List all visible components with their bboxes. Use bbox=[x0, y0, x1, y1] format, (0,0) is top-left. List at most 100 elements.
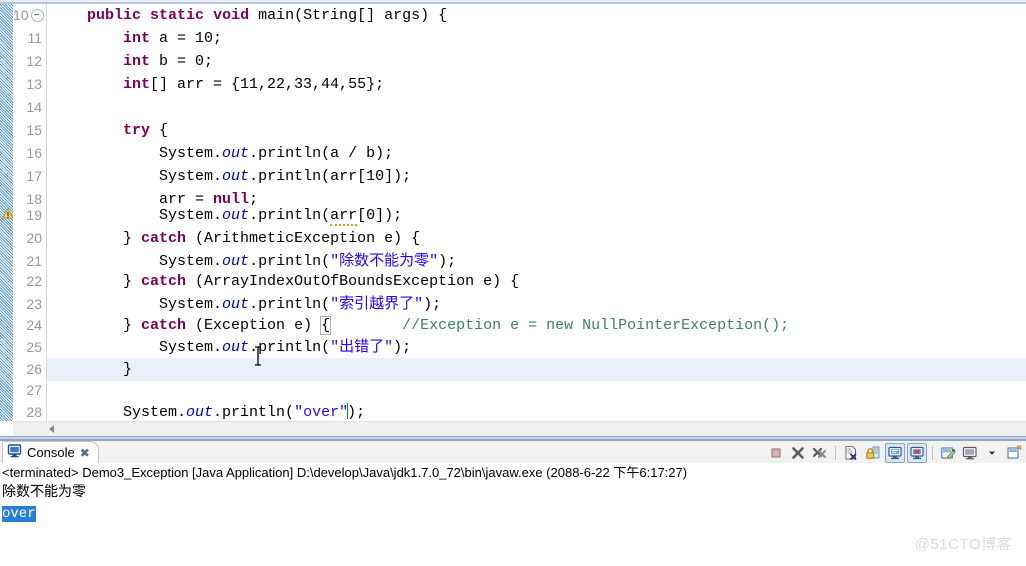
code-text-area[interactable]: public static void main(String[] args) {… bbox=[47, 4, 1026, 421]
watermark: @51CTO博客 bbox=[914, 536, 1012, 553]
clear-console-button[interactable] bbox=[841, 443, 861, 463]
chevron-down-icon bbox=[989, 451, 995, 455]
console-toolbar bbox=[766, 442, 1024, 463]
token-plain: } bbox=[123, 273, 142, 290]
code-line-25[interactable]: System.out.println("出错了"); bbox=[47, 336, 1026, 359]
code-line-23[interactable]: System.out.println("索引越界了"); bbox=[47, 293, 1026, 316]
tab-console[interactable]: Console ✖ bbox=[2, 441, 99, 463]
token-plain: main(String[] args) { bbox=[249, 7, 448, 24]
scroll-left-arrow-icon[interactable] bbox=[49, 425, 54, 433]
toolbar-separator bbox=[835, 445, 836, 460]
token-plain: b = 0; bbox=[150, 53, 214, 70]
token-keyword: static bbox=[150, 7, 205, 24]
pin-console-button[interactable] bbox=[885, 442, 905, 463]
open-console-button[interactable] bbox=[938, 443, 958, 463]
token-plain: a = 10; bbox=[150, 30, 223, 47]
code-line-11[interactable]: int a = 10; bbox=[47, 27, 1026, 50]
token-plain: System. bbox=[159, 207, 223, 224]
token-plain: System. bbox=[123, 404, 187, 421]
token-plain: ); bbox=[347, 404, 366, 421]
console-monitor-icon bbox=[962, 446, 977, 459]
code-line-17[interactable]: System.out.println(arr[10]); bbox=[47, 165, 1026, 188]
code-line-14[interactable] bbox=[47, 96, 1026, 119]
code-line-13[interactable]: int[] arr = {11,22,33,44,55}; bbox=[47, 73, 1026, 96]
terminate-button[interactable] bbox=[766, 443, 786, 463]
fold-collapse-icon[interactable] bbox=[30, 8, 44, 22]
console-tab-bar: Console ✖ bbox=[0, 441, 1026, 464]
console-monitor-icon bbox=[7, 443, 22, 463]
token-comment: //Exception e = new NullPointerException… bbox=[402, 317, 790, 334]
token-plain: [] arr = {11,22,33,44,55}; bbox=[150, 76, 385, 93]
code-line-28[interactable]: System.out.println("over"); bbox=[47, 401, 1026, 421]
display-selected-console-icon bbox=[910, 446, 924, 459]
line-number: 16 bbox=[26, 145, 42, 161]
line-number: 23 bbox=[26, 296, 42, 312]
code-line-10[interactable]: public static void main(String[] args) { bbox=[47, 4, 1026, 27]
token-keyword: int bbox=[123, 30, 151, 47]
token-keyword: catch bbox=[141, 230, 187, 247]
token-plain: (Exception e) bbox=[186, 317, 322, 334]
line-number: 20 bbox=[26, 230, 42, 246]
line-number: 10 bbox=[13, 4, 46, 27]
token-field: out bbox=[222, 207, 250, 224]
token-string: "除数不能为零" bbox=[330, 253, 439, 270]
line-number: 14 bbox=[26, 99, 42, 115]
line-number: 27 bbox=[26, 382, 42, 398]
token-plain: System. bbox=[159, 145, 223, 162]
line-number: 19 bbox=[26, 207, 42, 223]
code-line-12[interactable]: int b = 0; bbox=[47, 50, 1026, 73]
token-field: out bbox=[222, 253, 250, 270]
code-line-15[interactable]: try { bbox=[47, 119, 1026, 142]
code-line-19[interactable]: System.out.println(arr[0]); bbox=[47, 204, 1026, 227]
matching-bracket: { bbox=[320, 316, 332, 335]
code-line-27[interactable] bbox=[47, 379, 1026, 402]
display-selected-console-button[interactable] bbox=[907, 442, 927, 463]
line-number: 28 bbox=[26, 404, 42, 420]
line-number: 24 bbox=[26, 317, 42, 333]
tab-console-label: Console bbox=[27, 445, 75, 460]
code-line-16[interactable]: System.out.println(a / b); bbox=[47, 142, 1026, 165]
token-plain: ); bbox=[393, 339, 412, 356]
code-line-22[interactable]: } catch (ArrayIndexOutOfBoundsException … bbox=[47, 270, 1026, 293]
token-field: out bbox=[222, 145, 250, 162]
token-plain: System. bbox=[159, 253, 223, 270]
code-line-24[interactable]: } catch (Exception e) { //Exception e = … bbox=[47, 314, 1026, 337]
token-string: "出错了" bbox=[330, 339, 394, 356]
line-number: 26 bbox=[26, 361, 42, 377]
token-plain: } bbox=[123, 361, 133, 378]
console-selector-button[interactable] bbox=[960, 443, 980, 463]
token-warning-underlined: arr bbox=[330, 207, 358, 226]
token-field: out bbox=[222, 168, 250, 185]
token-keyword: public bbox=[87, 7, 142, 24]
token-plain: [0]); bbox=[357, 207, 403, 224]
console-output-line-selected[interactable]: over bbox=[0, 504, 1026, 525]
scroll-lock-icon bbox=[866, 446, 880, 459]
remove-all-terminated-button[interactable] bbox=[810, 443, 830, 463]
token-field: out bbox=[186, 404, 214, 421]
token-plain: .println( bbox=[249, 296, 331, 313]
token-keyword: catch bbox=[141, 273, 187, 290]
close-icon[interactable]: ✖ bbox=[80, 447, 90, 459]
code-line-26-current[interactable]: } bbox=[47, 358, 1026, 381]
token-keyword: void bbox=[213, 7, 250, 24]
editor-horizontal-scrollbar[interactable] bbox=[13, 421, 1026, 437]
remove-launch-button[interactable] bbox=[788, 443, 808, 463]
java-source-editor[interactable]: 10 11 12 13 14 15 16 17 18 19 20 21 22 2… bbox=[0, 4, 1026, 421]
remove-all-xx-icon bbox=[812, 447, 826, 458]
pin-console-icon bbox=[888, 446, 902, 459]
token-plain: .println( bbox=[213, 404, 295, 421]
token-keyword: int bbox=[123, 76, 151, 93]
line-number: 13 bbox=[26, 76, 42, 92]
new-console-view-button[interactable] bbox=[1004, 443, 1024, 463]
token-plain: (ArrayIndexOutOfBoundsException e) { bbox=[186, 273, 520, 290]
terminate-icon bbox=[771, 448, 781, 457]
token-string: "索引越界了" bbox=[330, 296, 424, 313]
clear-document-icon bbox=[845, 445, 857, 460]
console-dropdown-button[interactable] bbox=[982, 443, 1002, 463]
scroll-lock-button[interactable] bbox=[863, 443, 883, 463]
line-number: 22 bbox=[26, 273, 42, 289]
console-output-area[interactable]: <terminated> Demo3_Exception [Java Appli… bbox=[0, 463, 1026, 566]
code-line-20[interactable]: } catch (ArithmeticException e) { bbox=[47, 227, 1026, 250]
line-number: 17 bbox=[26, 168, 42, 184]
